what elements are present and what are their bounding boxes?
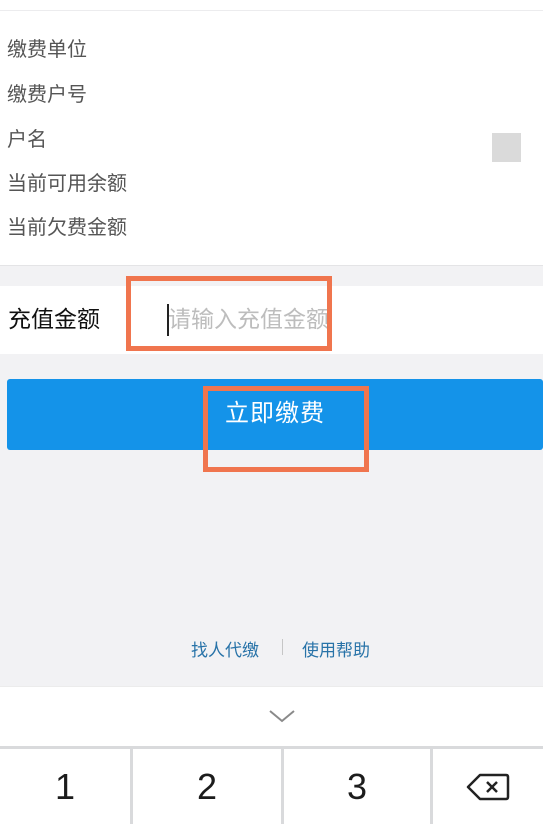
account-info-section: 缴费单位 缴费户号 户名 当前可用余额 当前欠费金额 [0,0,543,266]
info-label-account: 缴费户号 [7,82,87,106]
pay-now-button[interactable]: 立即缴费 [7,379,543,450]
payment-screen: 缴费单位 缴费户号 户名 当前可用余额 当前欠费金额 充值金额 立即缴费 找人代… [0,0,543,824]
text-caret [167,304,169,336]
proxy-pay-link[interactable]: 找人代缴 [191,636,259,661]
recharge-amount-label: 充值金额 [8,307,100,333]
numeric-keyboard: 1 2 3 [0,746,543,824]
info-label-name: 户名 [7,127,47,151]
info-value-name-redacted [492,133,521,162]
chevron-down-icon[interactable] [264,705,300,727]
key-2[interactable]: 2 [133,749,281,824]
key-3[interactable]: 3 [284,749,430,824]
info-label-arrears: 当前欠费金额 [7,215,127,239]
footer-links: 找人代缴 使用帮助 [0,634,543,661]
recharge-amount-input[interactable] [165,302,415,338]
info-label-unit: 缴费单位 [7,37,87,61]
help-link[interactable]: 使用帮助 [302,636,370,661]
link-separator [282,639,283,655]
info-label-balance: 当前可用余额 [7,171,127,195]
keyboard-toolbar [0,686,543,746]
backspace-icon [466,773,510,800]
delete-key[interactable] [433,749,543,824]
pay-now-label: 立即缴费 [225,400,325,427]
key-1[interactable]: 1 [0,749,130,824]
recharge-amount-row: 充值金额 [0,286,543,354]
divider [0,10,543,11]
